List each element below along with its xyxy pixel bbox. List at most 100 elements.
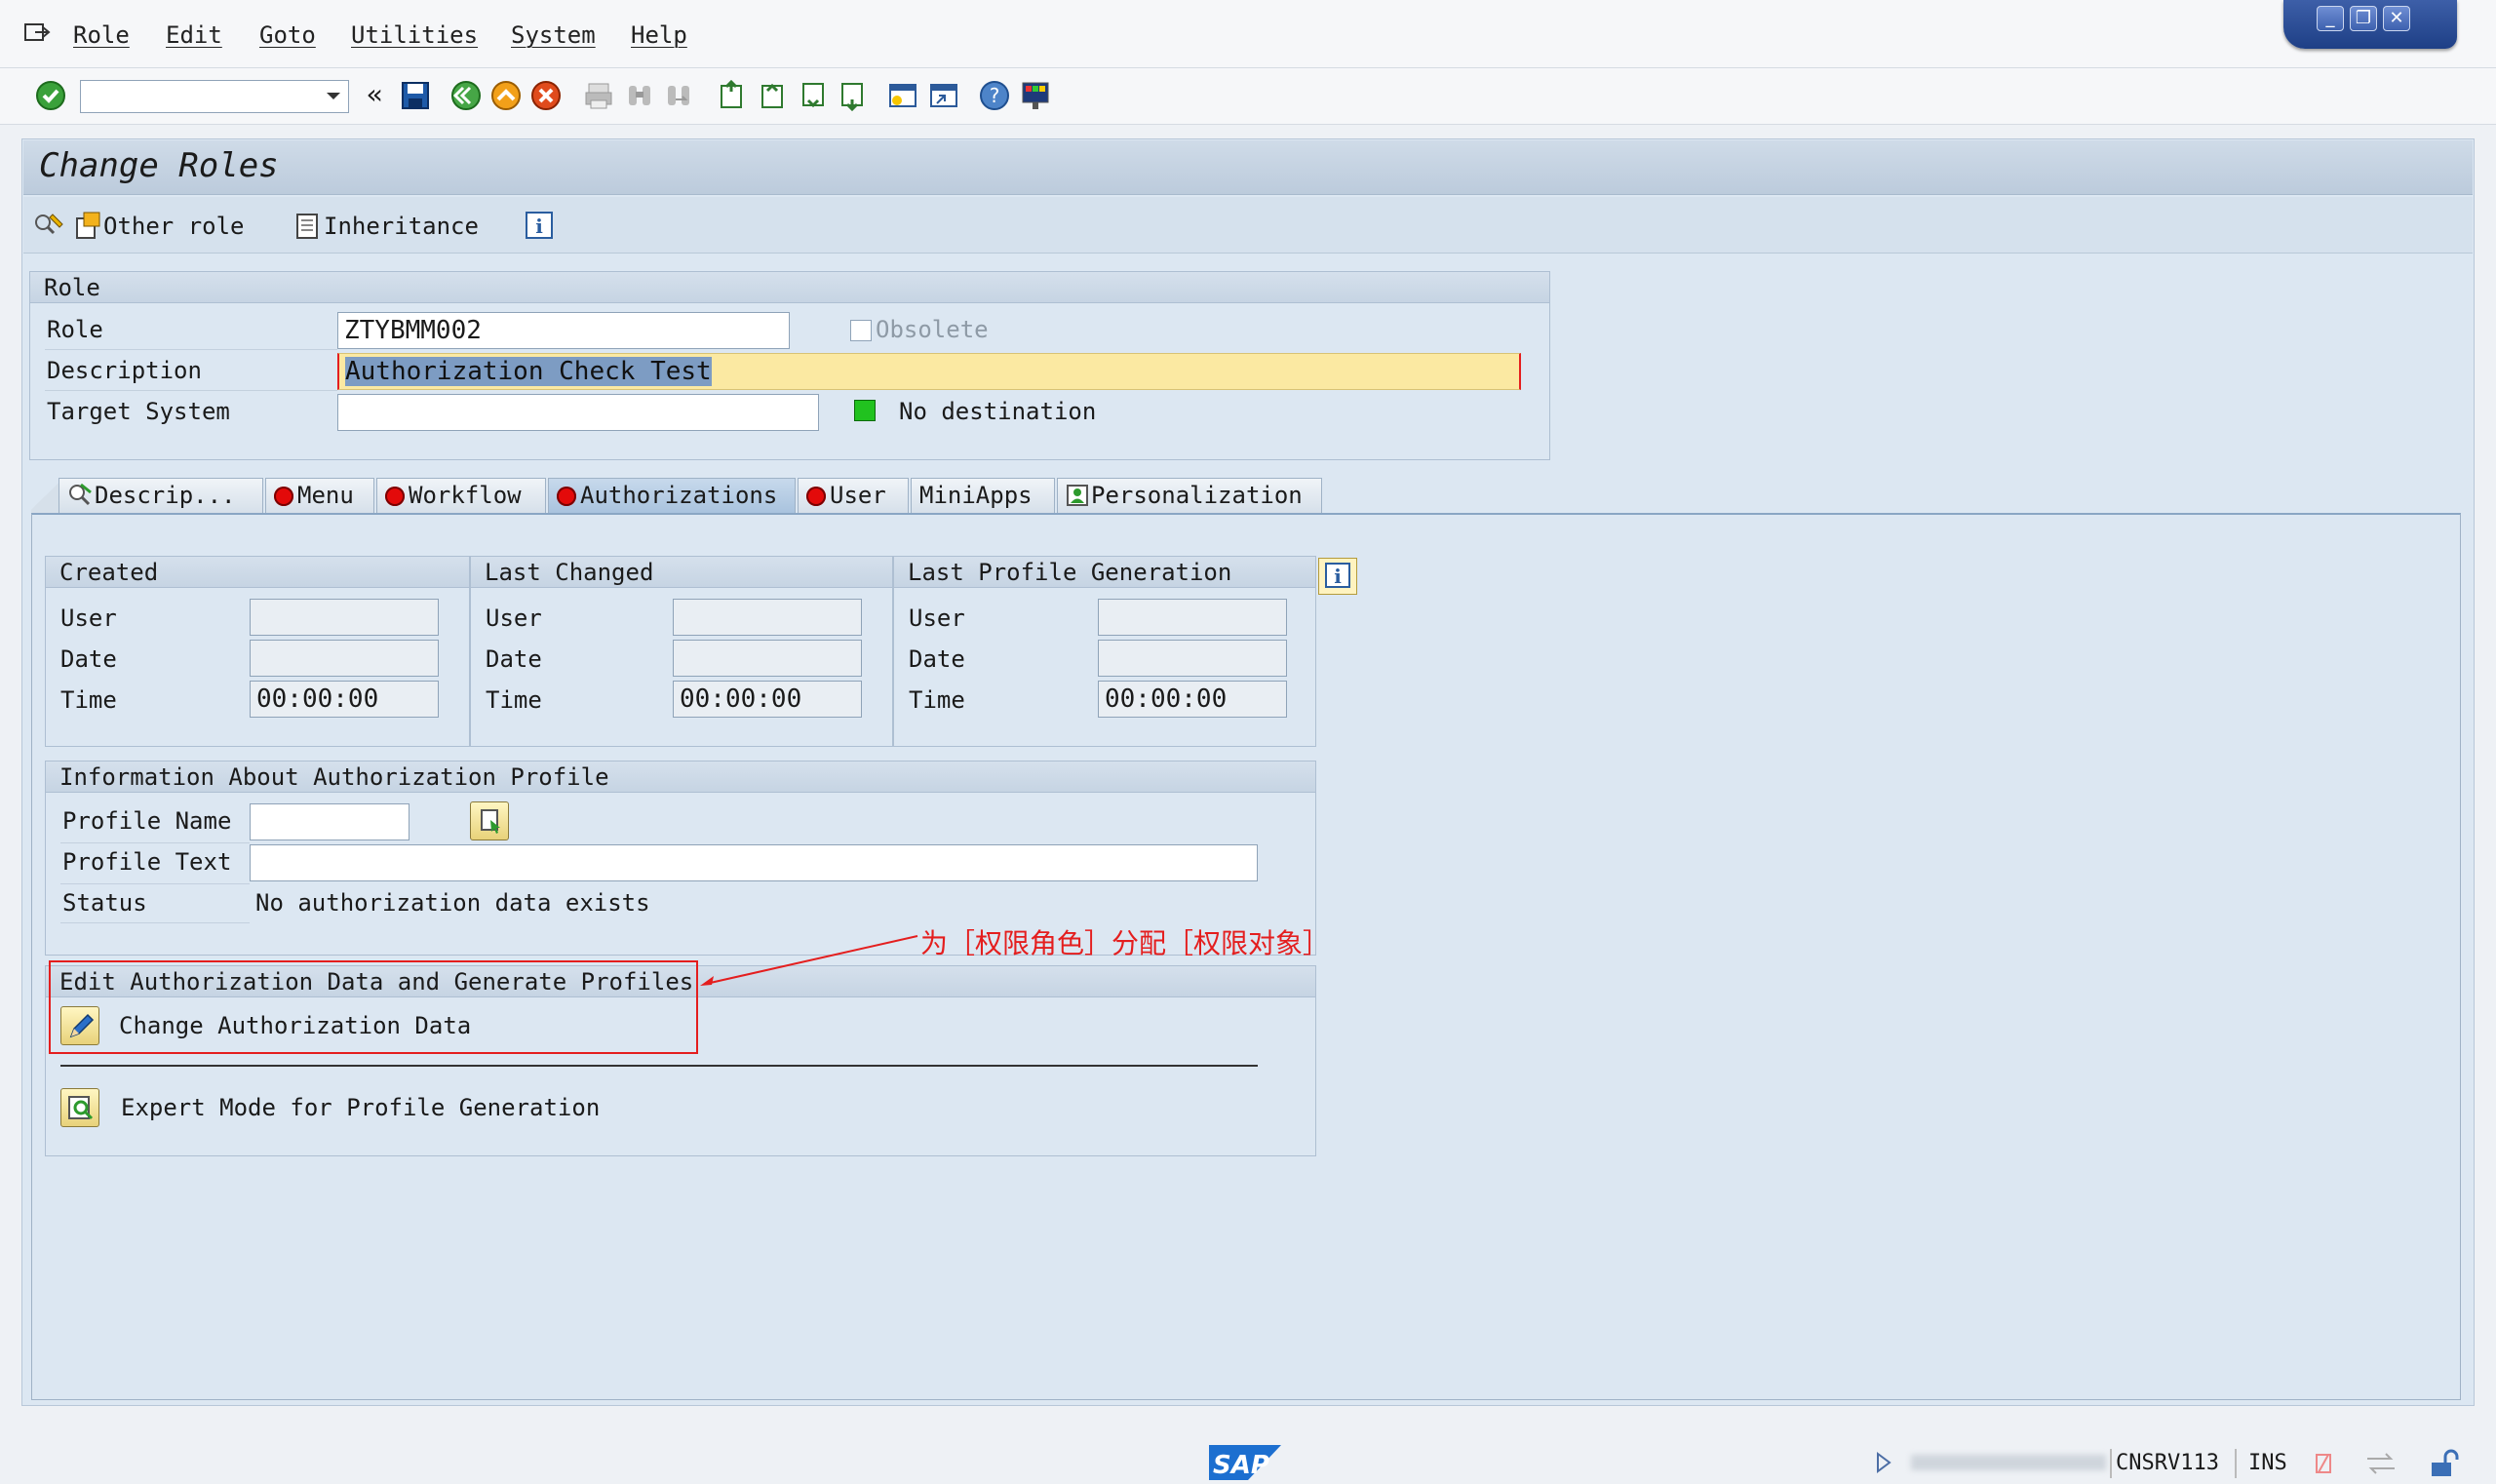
created-time-field: 00:00:00 <box>250 681 439 718</box>
display-change-icon[interactable] <box>33 211 66 240</box>
created-header: Created <box>46 557 469 588</box>
tab-user[interactable]: User <box>798 478 909 513</box>
description-label: Description <box>47 357 202 384</box>
profile-text-input[interactable] <box>250 844 1258 881</box>
last-gen-time-field: 00:00:00 <box>1098 681 1287 718</box>
last-gen-date-field <box>1098 640 1287 677</box>
other-role-icon[interactable] <box>74 211 103 240</box>
exit-icon[interactable] <box>490 80 522 111</box>
profile-info-header: Information About Authorization Profile <box>46 762 1315 793</box>
menu-help[interactable]: Help <box>631 21 687 49</box>
obsolete-checkbox[interactable] <box>850 320 872 341</box>
last-changed-date-field <box>673 640 862 677</box>
svg-text:i: i <box>1334 565 1342 588</box>
menu-goto[interactable]: Goto <box>259 21 316 49</box>
status-red-icon <box>274 487 293 506</box>
save-icon[interactable] <box>400 80 431 111</box>
svg-text:?: ? <box>990 84 1000 107</box>
create-session-icon[interactable] <box>887 80 918 111</box>
menu-edit[interactable]: Edit <box>166 21 222 49</box>
help-icon[interactable]: ? <box>979 80 1010 111</box>
info-button[interactable]: i <box>1318 558 1357 595</box>
cancel-icon[interactable] <box>530 80 562 111</box>
close-button[interactable]: ✕ <box>2383 6 2410 31</box>
tab-strip-start <box>31 478 60 513</box>
status-log-icon[interactable] <box>2309 1449 2338 1478</box>
role-input[interactable]: ZTYBMM002 <box>337 312 790 349</box>
menu-role[interactable]: Role <box>73 21 130 49</box>
last-page-icon[interactable] <box>837 80 868 112</box>
back-icon[interactable] <box>450 80 482 111</box>
status-divider <box>2110 1449 2112 1478</box>
tab-description[interactable]: Descrip... <box>58 478 263 513</box>
row-divider <box>60 842 250 843</box>
annotation-text: 为［权限角色］分配［权限对象］ <box>920 927 1331 959</box>
status-label: Status <box>62 889 147 917</box>
expert-mode-button[interactable]: Expert Mode for Profile Generation <box>121 1094 600 1121</box>
inheritance-icon[interactable] <box>294 213 320 240</box>
expert-mode-icon[interactable] <box>60 1088 99 1127</box>
last-gen-user-label: User <box>909 605 965 632</box>
first-page-icon[interactable] <box>716 79 747 111</box>
collapse-toolbar-icon[interactable]: « <box>367 78 383 110</box>
profile-name-proposal-icon[interactable] <box>470 801 509 840</box>
tab-menu[interactable]: Menu <box>265 478 374 513</box>
tab-miniapps[interactable]: MiniApps <box>911 478 1055 513</box>
last-changed-header: Last Changed <box>471 557 892 588</box>
server-name: CNSRV113 <box>2116 1451 2219 1475</box>
lock-icon[interactable] <box>2428 1447 2461 1480</box>
menu-system[interactable]: System <box>511 21 596 49</box>
description-input[interactable]: Authorization Check Test <box>337 353 1521 390</box>
tab-workflow[interactable]: Workflow <box>376 478 546 513</box>
find-next-icon[interactable] <box>663 80 694 111</box>
status-red-icon <box>557 487 576 506</box>
restore-button[interactable]: ❐ <box>2350 6 2377 31</box>
tab-workflow-label: Workflow <box>409 482 522 509</box>
status-red-icon <box>385 487 405 506</box>
menu-utilities[interactable]: Utilities <box>351 21 478 49</box>
print-icon[interactable] <box>583 80 614 111</box>
tab-personalization[interactable]: Personalization <box>1057 478 1322 513</box>
menu-icon[interactable] <box>23 21 51 45</box>
enter-check-icon[interactable] <box>35 80 66 111</box>
info-icon[interactable]: i <box>525 211 554 240</box>
row-divider <box>45 349 337 350</box>
description-selected-text: Authorization Check Test <box>345 357 712 386</box>
other-role-button[interactable]: Other role <box>103 213 245 240</box>
profile-name-input[interactable] <box>250 803 410 840</box>
find-icon[interactable] <box>624 80 655 111</box>
shortcut-icon[interactable] <box>928 80 959 111</box>
status-expand-icon[interactable] <box>1874 1451 1893 1474</box>
insert-mode: INS <box>2248 1451 2287 1475</box>
minimize-button[interactable]: _ <box>2317 6 2344 31</box>
created-user-field <box>250 599 439 636</box>
target-system-input[interactable] <box>337 394 819 431</box>
destination-status-icon <box>854 400 876 421</box>
last-changed-time-field: 00:00:00 <box>673 681 862 718</box>
chevron-down-icon[interactable] <box>322 84 345 107</box>
connection-icon[interactable] <box>2363 1449 2398 1478</box>
display-icon <box>69 483 92 506</box>
previous-page-icon[interactable] <box>757 80 788 111</box>
created-time-label: Time <box>60 686 117 714</box>
status-divider <box>2235 1449 2237 1478</box>
inheritance-button[interactable]: Inheritance <box>324 213 479 240</box>
tab-personalization-label: Personalization <box>1091 482 1303 509</box>
last-changed-time-label: Time <box>486 686 542 714</box>
customize-layout-icon[interactable] <box>1020 80 1051 111</box>
annotation-arrow <box>698 932 922 991</box>
last-gen-date-label: Date <box>909 645 965 673</box>
last-changed-date-label: Date <box>486 645 542 673</box>
annotation-highlight-box <box>49 960 698 1054</box>
row-divider <box>60 922 250 923</box>
target-system-label: Target System <box>47 398 230 425</box>
tab-authorizations[interactable]: Authorizations <box>548 478 796 513</box>
created-date-label: Date <box>60 645 117 673</box>
obsolete-label: Obsolete <box>876 316 989 343</box>
next-page-icon[interactable] <box>798 80 829 111</box>
last-changed-user-field <box>673 599 862 636</box>
command-field[interactable] <box>80 80 349 113</box>
sap-logo: SAP <box>1209 1445 1281 1480</box>
profile-text-label: Profile Text <box>62 848 232 876</box>
last-profile-generation-header: Last Profile Generation <box>894 557 1315 588</box>
